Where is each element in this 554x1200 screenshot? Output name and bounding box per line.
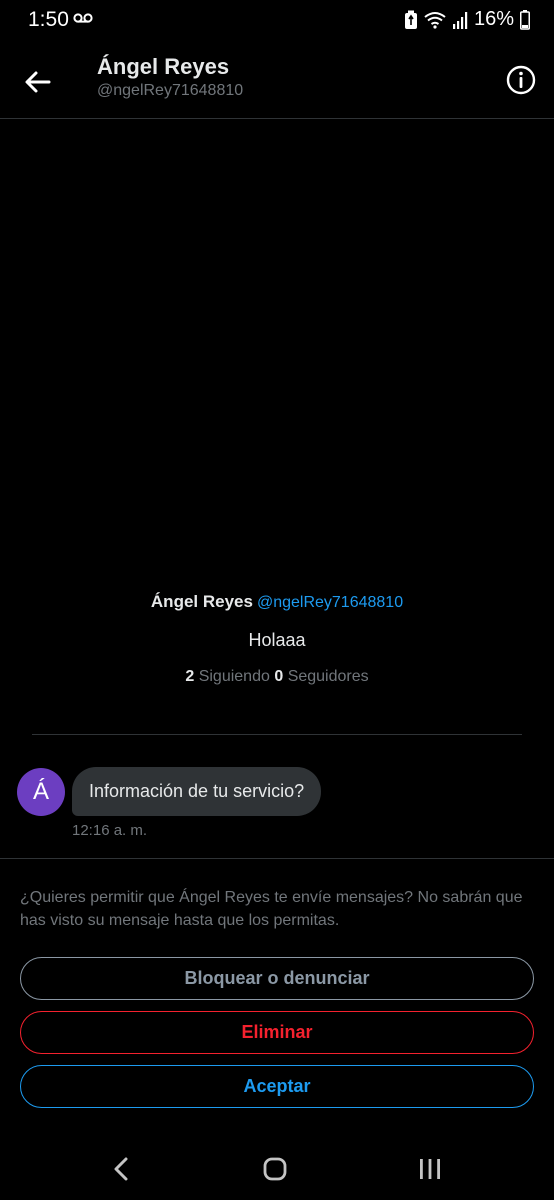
profile-name[interactable]: Ángel Reyes: [151, 592, 253, 611]
conversation-header: Ángel Reyes @ngelRey71648810: [0, 44, 554, 119]
following-count: 2: [185, 668, 195, 685]
battery-icon: [520, 9, 530, 30]
message-timestamp: 12:16 a. m.: [72, 822, 148, 839]
header-handle: @ngelRey71648810: [97, 82, 244, 99]
message-bubble[interactable]: Información de tu servicio?: [72, 767, 322, 816]
back-arrow-icon[interactable]: [22, 66, 54, 98]
info-icon[interactable]: [505, 64, 537, 96]
nav-recents-icon[interactable]: [417, 1156, 443, 1182]
nav-back-icon[interactable]: [108, 1154, 134, 1184]
divider: [0, 858, 554, 859]
nav-home-icon[interactable]: [262, 1156, 288, 1182]
status-bar: 1:50 16%: [0, 0, 554, 44]
following-label: Siguiendo: [198, 668, 270, 685]
voicemail-icon: [73, 13, 93, 23]
status-icons: 16%: [404, 8, 530, 31]
battery-percent: 16%: [473, 8, 514, 30]
block-or-report-button[interactable]: Bloquear o denunciar: [20, 957, 534, 1000]
header-name: Ángel Reyes: [97, 54, 230, 79]
profile-summary: Ángel Reyes @ngelRey71648810 Holaaa 2 Sig…: [0, 592, 554, 686]
followers-label: Seguidores: [287, 668, 369, 685]
signal-icon: [452, 11, 468, 29]
profile-bio: Holaaa: [248, 630, 306, 650]
battery-saver-icon: [404, 10, 417, 29]
status-time: 1:50: [28, 8, 69, 31]
avatar[interactable]: Á: [17, 768, 65, 816]
divider: [32, 734, 522, 735]
followers-count: 0: [274, 668, 284, 685]
profile-counts: 2 Siguiendo 0 Seguidores: [0, 668, 554, 686]
wifi-icon: [424, 11, 446, 29]
message-request-prompt: ¿Quieres permitir que Ángel Reyes te env…: [20, 889, 523, 929]
accept-button[interactable]: Aceptar: [20, 1065, 534, 1108]
profile-handle[interactable]: @ngelRey71648810: [257, 594, 403, 611]
delete-button[interactable]: Eliminar: [20, 1011, 534, 1054]
system-nav-bar: [0, 1142, 554, 1200]
